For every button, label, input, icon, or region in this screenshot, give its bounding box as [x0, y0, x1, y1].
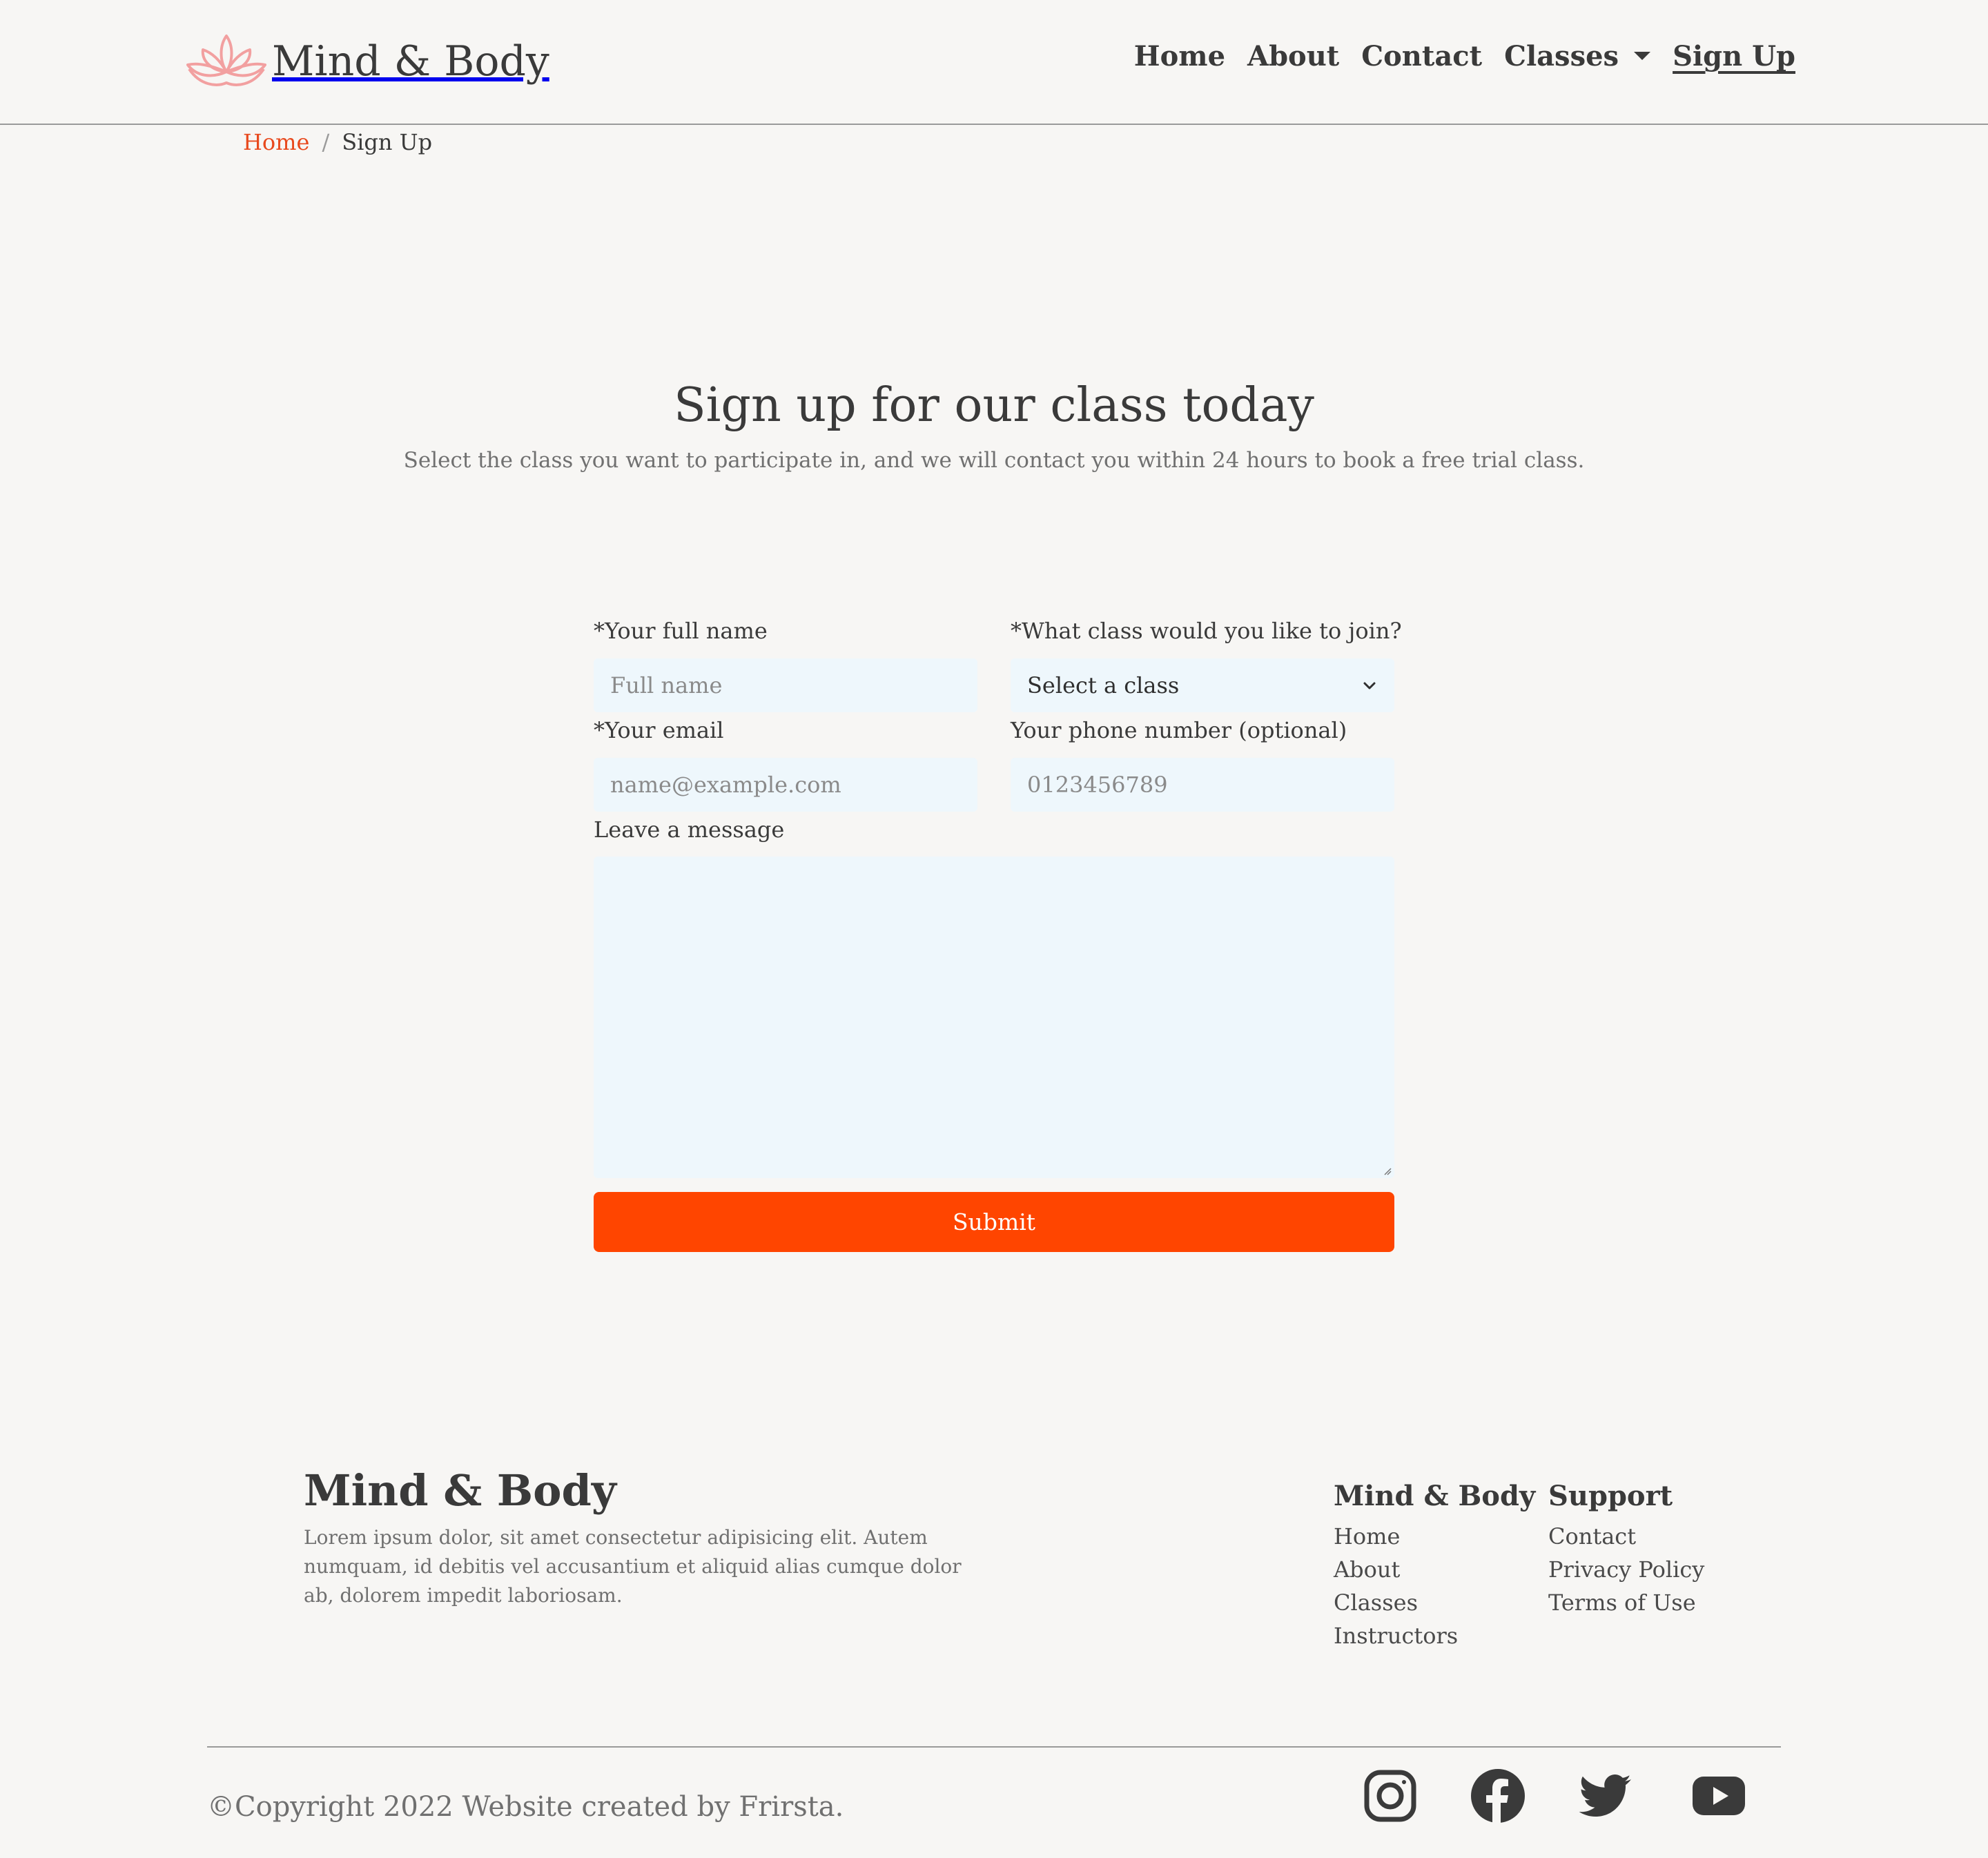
phone-input[interactable] — [1011, 758, 1394, 812]
footer-column-support: Support Contact Privacy Policy Terms of … — [1548, 1476, 1704, 1619]
class-select[interactable]: Select a class — [1011, 658, 1394, 712]
footer-link-about[interactable]: About — [1334, 1556, 1400, 1583]
facebook-icon[interactable] — [1469, 1767, 1527, 1825]
breadcrumb-home[interactable]: Home — [243, 128, 309, 157]
nav-contact[interactable]: Contact — [1361, 43, 1482, 70]
footer-column-title: Support — [1548, 1480, 1673, 1512]
footer-link-home[interactable]: Home — [1334, 1523, 1400, 1549]
submit-button[interactable]: Submit — [594, 1192, 1394, 1252]
youtube-icon[interactable] — [1690, 1767, 1748, 1825]
breadcrumb-current: Sign Up — [342, 129, 433, 155]
class-label: *What class would you like to join? — [1011, 618, 1402, 644]
main-nav: Home About Contact Classes Sign Up — [1134, 43, 1795, 70]
email-label: *Your email — [594, 717, 724, 743]
footer-link-instructors[interactable]: Instructors — [1334, 1623, 1458, 1649]
nav-home[interactable]: Home — [1134, 43, 1225, 70]
footer-column-title: Mind & Body — [1334, 1480, 1536, 1512]
footer-link-contact[interactable]: Contact — [1548, 1523, 1636, 1549]
message-label: Leave a message — [594, 816, 785, 843]
breadcrumb-separator: / — [322, 129, 330, 155]
brand-logo-link[interactable]: Mind & Body — [181, 30, 549, 92]
footer-divider — [207, 1746, 1781, 1748]
nav-about[interactable]: About — [1247, 43, 1339, 70]
lotus-icon — [181, 29, 272, 94]
phone-label: Your phone number (optional) — [1011, 717, 1347, 743]
footer-link-privacy[interactable]: Privacy Policy — [1548, 1556, 1704, 1583]
full-name-input[interactable] — [594, 658, 977, 712]
nav-classes-dropdown[interactable]: Classes — [1504, 40, 1651, 72]
nav-signup[interactable]: Sign Up — [1673, 43, 1795, 70]
resize-handle-icon[interactable] — [1383, 1167, 1392, 1175]
footer-brand: Mind & Body — [304, 1465, 616, 1516]
page-subtitle: Select the class you want to participate… — [403, 448, 1585, 473]
message-textarea[interactable] — [594, 857, 1394, 1178]
brand-name: Mind & Body — [272, 37, 549, 86]
signup-form: *Your full name *What class would you li… — [594, 607, 1402, 1270]
email-input[interactable] — [594, 758, 977, 812]
copyright-text: ©Copyright 2022 Website created by Frirs… — [207, 1791, 844, 1823]
class-select-value: Select a class — [1027, 672, 1180, 698]
page-title: Sign up for our class today — [674, 378, 1314, 433]
twitter-icon[interactable] — [1577, 1767, 1635, 1825]
full-name-label: *Your full name — [594, 618, 768, 644]
breadcrumb: Home / Sign Up — [243, 128, 432, 157]
instagram-icon[interactable] — [1361, 1767, 1419, 1825]
chevron-down-icon — [1363, 682, 1376, 690]
footer-column-mind-body: Mind & Body Home About Classes Instructo… — [1334, 1476, 1535, 1652]
footer-description: Lorem ipsum dolor, sit amet consectetur … — [304, 1526, 962, 1607]
footer-link-classes[interactable]: Classes — [1334, 1590, 1418, 1616]
caret-down-icon — [1634, 52, 1651, 60]
footer-link-terms[interactable]: Terms of Use — [1548, 1590, 1696, 1616]
nav-classes-label: Classes — [1504, 40, 1619, 72]
site-header: Mind & Body Home About Contact Classes S… — [0, 0, 1988, 125]
